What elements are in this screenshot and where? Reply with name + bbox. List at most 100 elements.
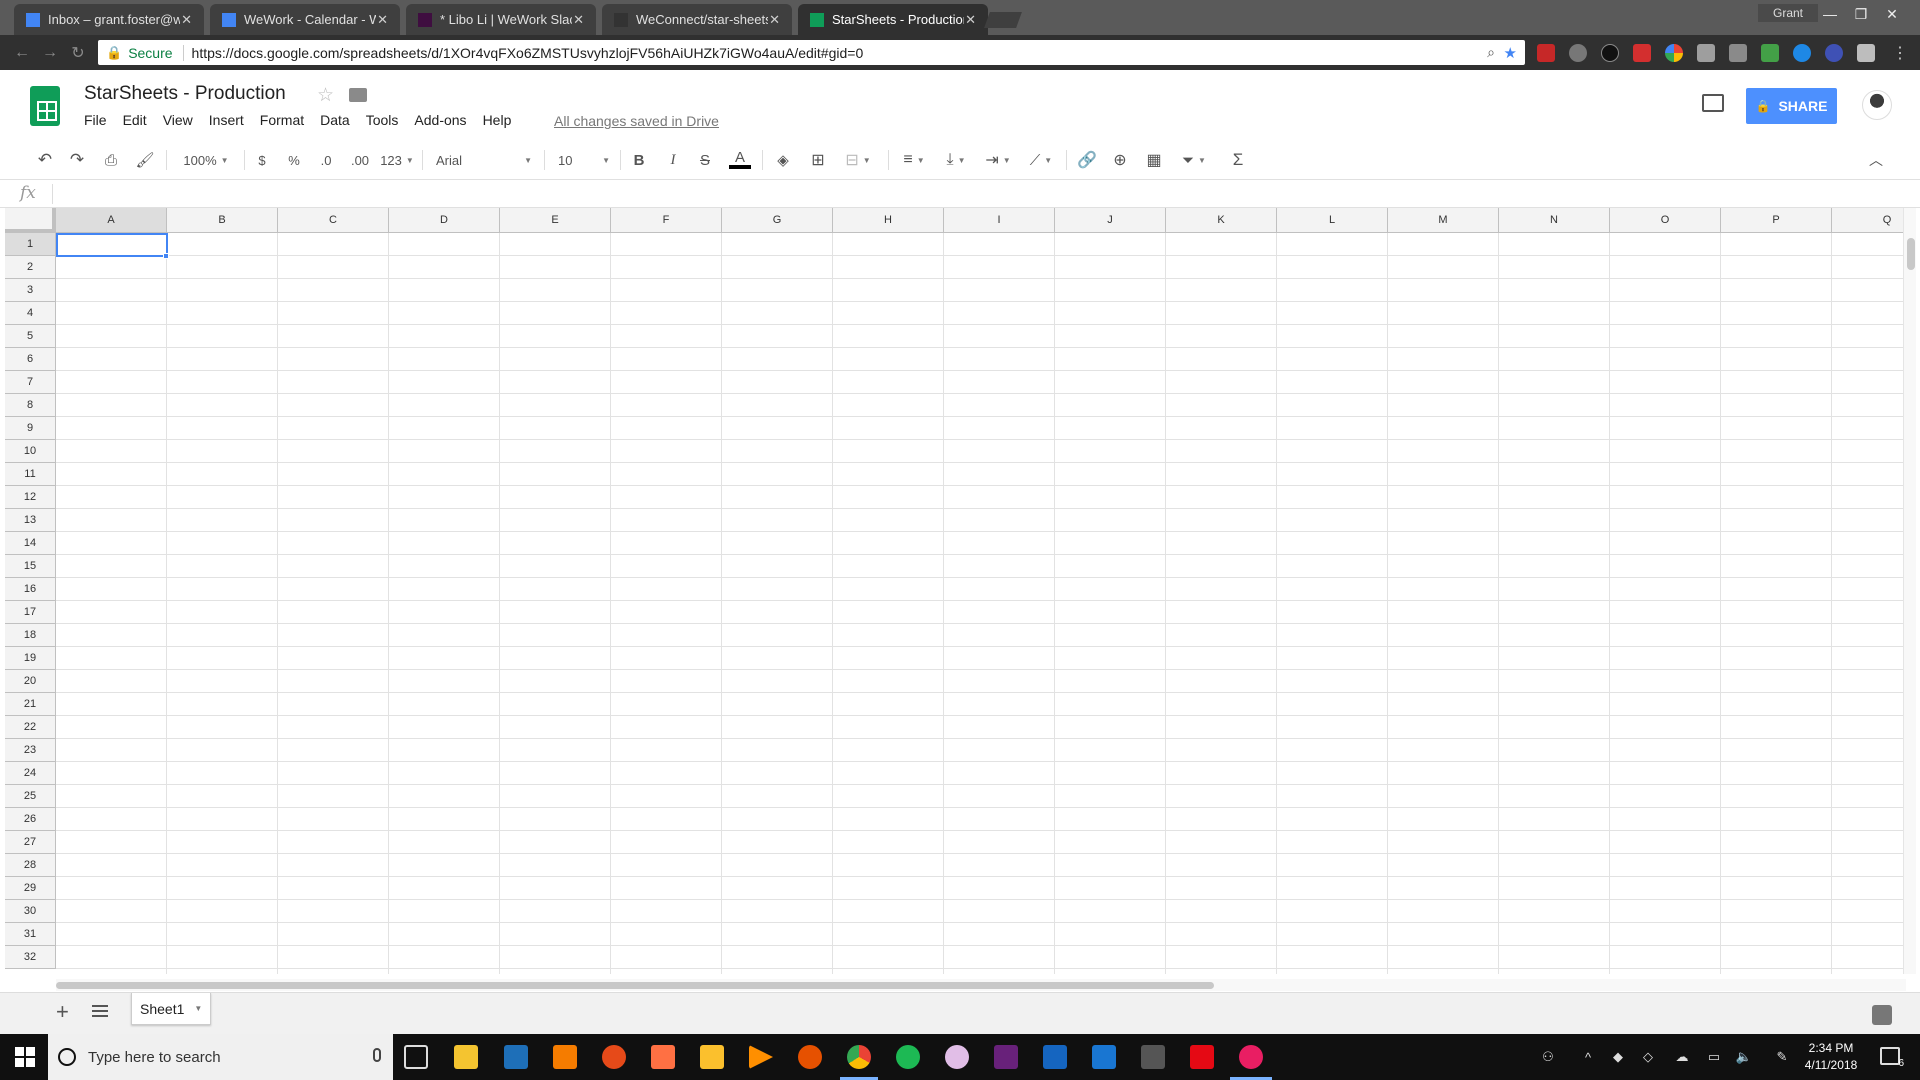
task-view-icon[interactable] [404, 1045, 428, 1069]
text-wrapping-icon[interactable]: ⇥ ▼ [982, 150, 1014, 170]
decrease-decimal-button[interactable]: .0 [315, 150, 337, 170]
row-header-12[interactable]: 12 [5, 486, 56, 509]
column-header-i[interactable]: I [944, 208, 1055, 233]
folder-icon[interactable] [349, 88, 367, 102]
extension-purple-icon[interactable] [1825, 44, 1843, 62]
screen-recorder-icon[interactable] [1239, 1045, 1263, 1069]
document-title[interactable]: StarSheets - Production [84, 83, 286, 105]
row-header-25[interactable]: 25 [5, 785, 56, 808]
row-header-32[interactable]: 32 [5, 946, 56, 969]
column-header-p[interactable]: P [1721, 208, 1832, 233]
menu-help[interactable]: Help [475, 112, 520, 128]
row-header-7[interactable]: 7 [5, 371, 56, 394]
extension-doc-icon[interactable] [1857, 44, 1875, 62]
cell-area[interactable] [56, 233, 1908, 974]
row-header-1[interactable]: 1 [5, 233, 56, 256]
borders-icon[interactable]: ⊞ [808, 150, 828, 170]
font-size-select[interactable]: 10 ▼ [558, 150, 610, 170]
column-header-c[interactable]: C [278, 208, 389, 233]
column-header-g[interactable]: G [722, 208, 833, 233]
tray-overflow-icon[interactable]: ^ [1580, 1049, 1596, 1065]
row-header-27[interactable]: 27 [5, 831, 56, 854]
filter-icon[interactable]: ⏷ ▼ [1176, 150, 1212, 170]
zoom-select[interactable]: 100% ▼ [178, 150, 234, 170]
close-window-icon[interactable]: ✕ [1878, 4, 1906, 24]
column-header-o[interactable]: O [1610, 208, 1721, 233]
new-tab-button[interactable] [984, 12, 1022, 28]
fill-handle[interactable] [163, 253, 169, 259]
italic-button[interactable]: I [664, 150, 682, 170]
insert-link-icon[interactable]: 🔗 [1076, 150, 1098, 170]
taskbar-search[interactable]: Type here to search [48, 1034, 393, 1080]
column-header-k[interactable]: K [1166, 208, 1277, 233]
paint-format-icon[interactable]: 🖌 [134, 150, 156, 170]
row-header-13[interactable]: 13 [5, 509, 56, 532]
add-sheet-button[interactable]: + [56, 999, 69, 1025]
dropbox-alt-icon[interactable]: ◇ [1640, 1049, 1656, 1065]
column-header-a[interactable]: A [56, 208, 167, 233]
insert-chart-icon[interactable]: ▦ [1144, 150, 1164, 170]
row-header-8[interactable]: 8 [5, 394, 56, 417]
action-center-icon[interactable]: 6 [1880, 1047, 1904, 1069]
row-header-23[interactable]: 23 [5, 739, 56, 762]
onedrive-icon[interactable]: ☁ [1674, 1049, 1690, 1065]
chrome-icon[interactable] [847, 1045, 871, 1069]
increase-decimal-button[interactable]: .00 [347, 150, 373, 170]
browser-tab[interactable]: Inbox – grant.foster@we ✕ [14, 4, 204, 35]
itunes-icon[interactable] [945, 1045, 969, 1069]
pen-icon[interactable]: ✎ [1774, 1049, 1790, 1065]
address-bar[interactable]: 🔒 Secure https://docs.google.com/spreads… [98, 40, 1525, 65]
extension-color-icon[interactable] [1665, 44, 1683, 62]
microphone-icon[interactable] [373, 1048, 381, 1062]
row-header-2[interactable]: 2 [5, 256, 56, 279]
vertical-scrollbar[interactable] [1903, 208, 1916, 974]
text-rotation-icon[interactable]: ⟋ ▼ [1024, 150, 1058, 170]
extension-1password-icon[interactable] [1601, 44, 1619, 62]
menu-insert[interactable]: Insert [201, 112, 252, 128]
edge-icon[interactable] [504, 1045, 528, 1069]
bookmark-star-icon[interactable]: ★ [1504, 44, 1517, 62]
row-header-29[interactable]: 29 [5, 877, 56, 900]
explore-icon[interactable] [1872, 1005, 1892, 1025]
close-tab-icon[interactable]: ✕ [181, 12, 192, 28]
undo-icon[interactable]: ↶ [34, 150, 56, 170]
url-text[interactable]: https://docs.google.com/spreadsheets/d/1… [192, 45, 864, 61]
zoom-icon[interactable]: ⌕ [1487, 44, 1495, 61]
percent-format-button[interactable]: % [285, 150, 303, 170]
avatar[interactable] [1862, 90, 1892, 120]
row-header-20[interactable]: 20 [5, 670, 56, 693]
extension-arrow-icon[interactable] [1729, 44, 1747, 62]
horizontal-scroll-thumb[interactable] [56, 982, 1214, 989]
more-formats-button[interactable]: 123 ▼ [380, 150, 414, 170]
row-header-17[interactable]: 17 [5, 601, 56, 624]
battery-icon[interactable]: ▭ [1706, 1049, 1722, 1065]
close-tab-icon[interactable]: ✕ [377, 12, 388, 28]
sticky-icon[interactable] [651, 1045, 675, 1069]
column-header-m[interactable]: M [1388, 208, 1499, 233]
row-header-6[interactable]: 6 [5, 348, 56, 371]
close-tab-icon[interactable]: ✕ [573, 12, 584, 28]
live-icon[interactable] [1141, 1045, 1165, 1069]
functions-button[interactable]: Σ [1228, 150, 1248, 170]
select-all-corner[interactable] [5, 208, 56, 233]
browser-menu-icon[interactable]: ⋮ [1890, 43, 1910, 63]
people-icon[interactable]: ⚇ [1540, 1049, 1556, 1065]
horizontal-align-icon[interactable]: ≡ ▼ [898, 150, 930, 170]
text-color-button[interactable]: A [728, 150, 752, 170]
blender-icon[interactable] [798, 1045, 822, 1069]
sheet-tab-sheet1[interactable]: Sheet1 ▼ [131, 993, 211, 1025]
extension-vue-icon[interactable] [1697, 44, 1715, 62]
minimize-icon[interactable]: — [1816, 4, 1844, 24]
row-header-26[interactable]: 26 [5, 808, 56, 831]
all-sheets-icon[interactable] [92, 1005, 108, 1017]
row-header-3[interactable]: 3 [5, 279, 56, 302]
row-header-15[interactable]: 15 [5, 555, 56, 578]
share-button[interactable]: 🔒 SHARE [1746, 88, 1837, 124]
row-header-24[interactable]: 24 [5, 762, 56, 785]
extension-green-icon[interactable] [1761, 44, 1779, 62]
row-header-30[interactable]: 30 [5, 900, 56, 923]
browser-tab[interactable]: * Libo Li | WeWork Slack ✕ [406, 4, 596, 35]
row-header-5[interactable]: 5 [5, 325, 56, 348]
keep-icon[interactable] [700, 1045, 724, 1069]
column-header-n[interactable]: N [1499, 208, 1610, 233]
